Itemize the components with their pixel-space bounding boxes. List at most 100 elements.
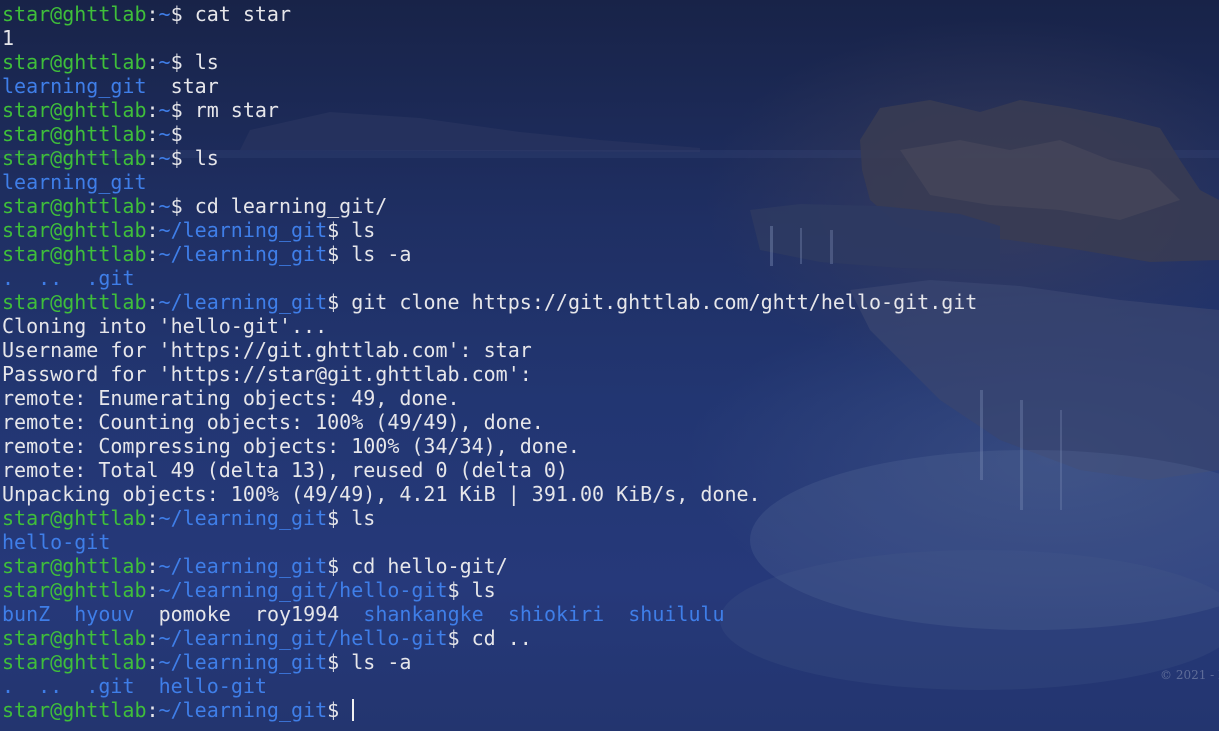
prompt-separator: : <box>146 578 159 602</box>
prompt-separator: : <box>146 2 159 26</box>
prompt-line: star@ghttlab:~/learning_git$ cd hello-gi… <box>2 554 1219 578</box>
directory-entry: learning_git <box>2 170 147 194</box>
prompt-user-host: star@ghttlab <box>2 578 147 602</box>
prompt-path: ~ <box>158 2 171 26</box>
directory-entry: hello-git <box>2 530 111 554</box>
prompt-line: star@ghttlab:~$ rm star <box>2 98 1219 122</box>
prompt-path: ~ <box>158 122 171 146</box>
output-line: remote: Counting objects: 100% (49/49), … <box>2 410 544 434</box>
prompt-symbol: $ <box>327 698 352 722</box>
command-text: ls -a <box>351 650 412 674</box>
prompt-line: star@ghttlab:~/learning_git$ ls -a <box>2 650 1219 674</box>
prompt-path: ~ <box>158 194 171 218</box>
prompt-symbol: $ <box>447 626 472 650</box>
prompt-line: star@ghttlab:~/learning_git$ ls <box>2 218 1219 242</box>
prompt-user-host: star@ghttlab <box>2 194 147 218</box>
directory-entry: . <box>2 266 15 290</box>
listing-line: hello-git <box>2 530 1219 554</box>
prompt-line: star@ghttlab:~$ ls <box>2 50 1219 74</box>
prompt-line: star@ghttlab:~$ <box>2 122 1219 146</box>
prompt-line: star@ghttlab:~$ cat star <box>2 2 1219 26</box>
text-cursor[interactable] <box>352 699 355 721</box>
prompt-path: ~/learning_git <box>158 290 328 314</box>
directory-entry: bunZ <box>2 602 51 626</box>
wallpaper-watermark: © 2021 - I <box>1160 668 1219 682</box>
output-line: remote: Compressing objects: 100% (34/34… <box>2 434 580 458</box>
prompt-path: ~/learning_git/hello-git <box>158 578 448 602</box>
command-text: cat star <box>194 2 292 26</box>
prompt-symbol: $ <box>327 650 352 674</box>
prompt-symbol: $ <box>170 122 195 146</box>
prompt-separator: : <box>146 194 159 218</box>
prompt-separator: : <box>146 242 159 266</box>
command-text: ls <box>194 146 219 170</box>
prompt-symbol: $ <box>447 578 472 602</box>
prompt-path: ~/learning_git/hello-git <box>158 626 448 650</box>
directory-entry: shiokiri <box>507 602 605 626</box>
prompt-symbol: $ <box>170 194 195 218</box>
file-entry: pomoke <box>158 602 231 626</box>
terminal-output[interactable]: star@ghttlab:~$ cat star 1 star@ghttlab:~$… <box>0 0 1219 731</box>
prompt-line: star@ghttlab:~/learning_git$ ls -a <box>2 242 1219 266</box>
prompt-separator: : <box>146 146 159 170</box>
command-text: git clone https://git.ghttlab.com/ghtt/h… <box>351 290 978 314</box>
prompt-symbol: $ <box>327 554 352 578</box>
prompt-separator: : <box>146 698 159 722</box>
prompt-user-host: star@ghttlab <box>2 650 147 674</box>
prompt-user-host: star@ghttlab <box>2 122 147 146</box>
prompt-symbol: $ <box>170 146 195 170</box>
prompt-line: star@ghttlab:~/learning_git$ git clone h… <box>2 290 1219 314</box>
prompt-path: ~/learning_git <box>158 218 328 242</box>
prompt-user-host: star@ghttlab <box>2 2 147 26</box>
directory-entry: . <box>2 674 15 698</box>
listing-line: . .. .git hello-git <box>2 674 1219 698</box>
prompt-symbol: $ <box>170 50 195 74</box>
prompt-user-host: star@ghttlab <box>2 50 147 74</box>
prompt-line: star@ghttlab:~/learning_git/hello-git$ l… <box>2 578 1219 602</box>
file-entry: star <box>170 74 219 98</box>
prompt-path: ~ <box>158 146 171 170</box>
prompt-path: ~/learning_git <box>158 242 328 266</box>
prompt-symbol: $ <box>170 98 195 122</box>
prompt-separator: : <box>146 50 159 74</box>
command-text: ls <box>471 578 496 602</box>
prompt-user-host: star@ghttlab <box>2 554 147 578</box>
prompt-user-host: star@ghttlab <box>2 290 147 314</box>
prompt-path: ~/learning_git <box>158 650 328 674</box>
listing-line: . .. .git <box>2 266 1219 290</box>
prompt-user-host: star@ghttlab <box>2 242 147 266</box>
prompt-symbol: $ <box>327 242 352 266</box>
command-text: ls <box>194 50 219 74</box>
prompt-path: ~/learning_git <box>158 554 328 578</box>
listing-line: bunZ hyouv pomoke roy1994 shankangke shi… <box>2 602 1219 626</box>
prompt-symbol: $ <box>327 290 352 314</box>
prompt-user-host: star@ghttlab <box>2 626 147 650</box>
prompt-separator: : <box>146 122 159 146</box>
directory-entry: .. <box>38 674 63 698</box>
prompt-symbol: $ <box>327 506 352 530</box>
prompt-separator: : <box>146 506 159 530</box>
prompt-user-host: star@ghttlab <box>2 698 147 722</box>
prompt-separator: : <box>146 626 159 650</box>
prompt-path: ~/learning_git <box>158 698 328 722</box>
prompt-separator: : <box>146 98 159 122</box>
prompt-line: star@ghttlab:~$ ls <box>2 146 1219 170</box>
command-text: ls <box>351 218 376 242</box>
output-line: Unpacking objects: 100% (49/49), 4.21 Ki… <box>2 482 761 506</box>
prompt-separator: : <box>146 554 159 578</box>
output-line: Password for 'https://star@git.ghttlab.c… <box>2 362 532 386</box>
command-text: cd hello-git/ <box>351 554 508 578</box>
output-line: remote: Enumerating objects: 49, done. <box>2 386 460 410</box>
output-line: remote: Total 49 (delta 13), reused 0 (d… <box>2 458 568 482</box>
command-text: ls <box>351 506 376 530</box>
prompt-separator: : <box>146 290 159 314</box>
directory-entry: hello-git <box>158 674 267 698</box>
prompt-path: ~ <box>158 50 171 74</box>
prompt-symbol: $ <box>327 218 352 242</box>
command-text: ls -a <box>351 242 412 266</box>
directory-entry: .. <box>38 266 63 290</box>
prompt-path: ~ <box>158 98 171 122</box>
prompt-user-host: star@ghttlab <box>2 98 147 122</box>
directory-entry: .git <box>86 266 135 290</box>
prompt-separator: : <box>146 650 159 674</box>
